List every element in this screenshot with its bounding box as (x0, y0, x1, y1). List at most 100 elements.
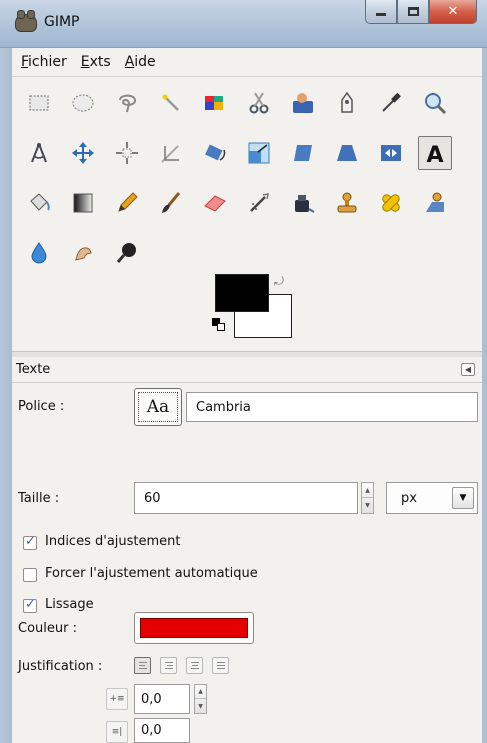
scissors-tool[interactable] (244, 88, 274, 118)
spin-up-icon[interactable]: ▲ (195, 685, 206, 699)
shear-icon (294, 145, 312, 161)
indent-spinner[interactable]: ▲ ▼ (194, 684, 207, 714)
paths-tool[interactable] (332, 88, 362, 118)
default-colors-icon[interactable] (212, 318, 228, 334)
zoom-tool[interactable] (420, 88, 450, 118)
eyedropper-icon (382, 92, 401, 112)
color-picker-tool[interactable] (376, 88, 406, 118)
hinting-checkbox[interactable] (23, 534, 37, 550)
title-bar: GIMP ✕ (0, 0, 487, 48)
crop-tool[interactable] (156, 138, 186, 168)
swap-colors-icon[interactable]: ⤾ (274, 274, 290, 290)
scale-tool[interactable] (244, 138, 274, 168)
dodge-burn-icon (116, 243, 136, 263)
airbrush-icon (250, 193, 269, 212)
justify-center-button[interactable] (186, 657, 203, 674)
compass-icon (31, 143, 47, 163)
justify-left-button[interactable] (134, 657, 151, 674)
ellipse-select-tool[interactable] (68, 88, 98, 118)
spin-down-icon[interactable]: ▼ (195, 699, 206, 713)
gimp-app-icon[interactable] (15, 10, 37, 32)
dock-menu-icon[interactable]: ◀ (461, 363, 475, 376)
antialias-checkbox[interactable] (23, 597, 37, 613)
shear-tool[interactable] (288, 138, 318, 168)
pencil-tool[interactable] (112, 188, 142, 218)
maximize-button[interactable] (397, 0, 429, 24)
rect-select-tool[interactable] (24, 88, 54, 118)
spin-down-icon[interactable]: ▼ (362, 498, 373, 513)
justify-label: Justification : (18, 659, 103, 674)
maximize-icon (407, 7, 419, 16)
dodge-burn-tool[interactable] (112, 238, 142, 268)
bandage-icon (382, 194, 400, 212)
text-color-swatch (140, 618, 248, 638)
text-color-button[interactable] (134, 612, 254, 644)
rotate-tool[interactable] (200, 138, 230, 168)
justify-right-button[interactable] (160, 657, 177, 674)
select-by-color-tool[interactable] (200, 88, 230, 118)
minimize-button[interactable] (365, 0, 397, 24)
ink-tool[interactable] (288, 188, 318, 218)
close-button[interactable]: ✕ (429, 0, 477, 24)
indent-input[interactable]: 0,0 (134, 684, 190, 714)
size-spinner[interactable]: ▲ ▼ (361, 482, 374, 514)
water-drop-icon (31, 242, 47, 264)
font-input[interactable]: Cambria (186, 392, 478, 422)
scissors-icon (249, 92, 269, 114)
force-autohint-checkbox[interactable] (23, 568, 37, 582)
size-label: Taille : (18, 491, 60, 506)
pencil-icon (118, 192, 138, 212)
airbrush-tool[interactable] (244, 188, 274, 218)
perspective-clone-tool[interactable] (420, 188, 450, 218)
spin-up-icon[interactable]: ▲ (362, 483, 373, 498)
indent-icon: +≡ (106, 688, 128, 710)
close-icon: ✕ (447, 4, 459, 19)
chevron-down-icon[interactable]: ▼ (452, 487, 474, 509)
bucket-fill-tool[interactable] (24, 188, 54, 218)
font-browse-button[interactable]: Aa (134, 388, 182, 426)
flip-icon (381, 145, 401, 161)
heal-tool[interactable] (376, 188, 406, 218)
tool-options-title: Texte (16, 362, 51, 377)
perspective-tool[interactable] (332, 138, 362, 168)
blend-tool[interactable] (68, 188, 98, 218)
pen-path-icon (341, 91, 353, 113)
minimize-icon (376, 13, 386, 16)
window-title: GIMP (44, 14, 80, 30)
flip-tool[interactable] (376, 138, 406, 168)
unit-select[interactable]: px ▼ (386, 482, 478, 514)
align-tool[interactable] (112, 138, 142, 168)
window-caption-buttons: ✕ (365, 0, 477, 26)
menu-aide[interactable]: Aide (125, 54, 156, 70)
move-tool[interactable] (68, 138, 98, 168)
clone-tool[interactable] (332, 188, 362, 218)
ink-bottle-icon (295, 195, 315, 213)
text-tool[interactable]: A (418, 136, 452, 170)
measure-tool[interactable] (24, 138, 54, 168)
window-frame-left (0, 48, 12, 743)
eraser-tool[interactable] (200, 188, 230, 218)
free-select-tool[interactable] (112, 88, 142, 118)
gradient-icon (73, 193, 93, 213)
tool-options-header: Texte ◀ (12, 357, 482, 383)
line-spacing-input[interactable]: 0,0 (134, 718, 190, 743)
blur-sharpen-tool[interactable] (24, 238, 54, 268)
perspective-icon (337, 145, 357, 161)
ellipse-select-icon (72, 94, 94, 112)
toolbox: A (18, 84, 482, 274)
smudge-tool[interactable] (68, 238, 98, 268)
justify-fill-button[interactable] (212, 657, 229, 674)
paint-bucket-icon (30, 193, 50, 211)
menu-exts[interactable]: Exts (81, 54, 111, 70)
crop-knife-icon (161, 145, 179, 163)
align-icon (116, 142, 138, 164)
foreground-select-tool[interactable] (288, 88, 318, 118)
size-input[interactable]: 60 (134, 482, 358, 514)
smudge-finger-icon (75, 247, 92, 261)
fuzzy-select-tool[interactable] (156, 88, 186, 118)
menu-fichier[interactable]: Fichier (21, 54, 67, 70)
paintbrush-tool[interactable] (156, 188, 186, 218)
eraser-icon (204, 195, 226, 212)
foreground-color-swatch[interactable] (215, 274, 269, 312)
scale-icon (248, 142, 270, 164)
